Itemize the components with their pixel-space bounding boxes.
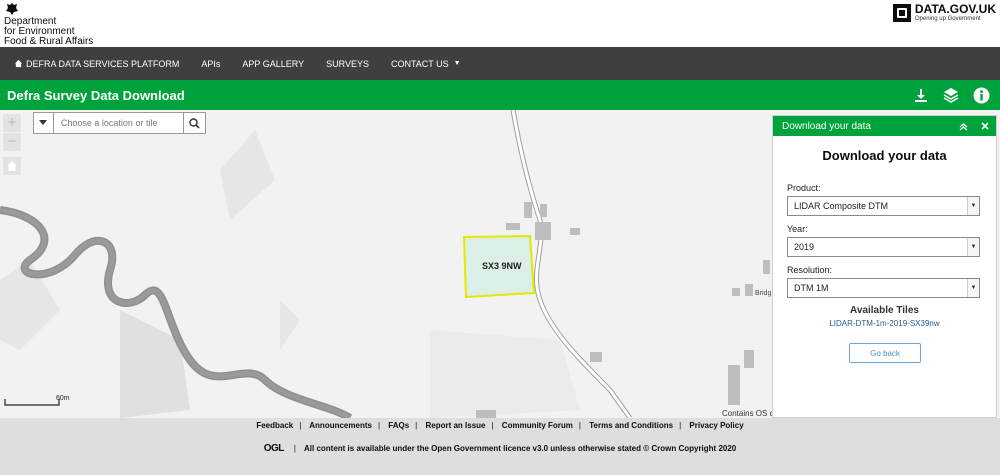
info-icon xyxy=(973,87,989,103)
footer-link-announcements[interactable]: Announcements xyxy=(309,421,372,430)
home-icon xyxy=(14,59,23,68)
ogl-logo[interactable]: OGL xyxy=(264,443,285,454)
nav-item-label: CONTACT US xyxy=(390,58,449,69)
app-titlebar: Defra Survey Data Download xyxy=(0,80,1000,110)
resolution-value: DTM 1M xyxy=(794,283,829,293)
search-icon xyxy=(189,117,200,129)
home-icon xyxy=(7,161,17,171)
layers-button[interactable] xyxy=(940,84,962,106)
map-home-button[interactable] xyxy=(3,157,21,175)
go-back-button[interactable]: Go back xyxy=(849,343,921,363)
footer-link-report-issue[interactable]: Report an Issue xyxy=(425,421,485,430)
caret-down-icon: ▼ xyxy=(453,60,461,67)
close-icon xyxy=(981,122,989,130)
map-attribution: Contains OS d xyxy=(722,409,775,418)
nav-item-label: SURVEYS xyxy=(326,58,369,69)
nav-item-contact-us[interactable]: CONTACT US ▼ xyxy=(391,59,461,69)
year-select[interactable]: 2019 ▼ xyxy=(787,237,980,257)
download-panel: Download your data Download your data Pr… xyxy=(772,115,997,418)
available-tiles-title: Available Tiles xyxy=(850,305,919,316)
defra-logo[interactable]: Department for Environment Food & Rural … xyxy=(4,2,93,47)
product-select[interactable]: LIDAR Composite DTM ▼ xyxy=(787,196,980,216)
caret-down-icon: ▼ xyxy=(967,197,979,215)
collapse-panel-button[interactable] xyxy=(956,119,970,133)
scale-label: 60m xyxy=(56,395,70,402)
datagov-name: DATA.GOV.UK xyxy=(914,2,996,16)
datagov-tagline: Opening up Government xyxy=(914,16,981,22)
footer-link-privacy[interactable]: Privacy Policy xyxy=(689,421,743,430)
footer-link-feedback[interactable]: Feedback xyxy=(256,421,293,430)
footer-licence: OGL | All content is available under the… xyxy=(263,443,737,454)
year-value: 2019 xyxy=(794,242,815,252)
panel-header-title: Download your data xyxy=(782,120,871,132)
datagov-icon xyxy=(892,4,911,22)
tile-label: SX3 9NW xyxy=(482,261,522,271)
footer-link-terms[interactable]: Terms and Conditions xyxy=(589,421,673,430)
resolution-label: Resolution: xyxy=(787,265,833,275)
nav-item-apis[interactable]: APIs xyxy=(201,59,220,69)
caret-down-icon: ▼ xyxy=(967,279,979,297)
chevron-up-double-icon xyxy=(959,122,967,131)
nav-item-label: APIs xyxy=(201,58,221,69)
datagov-logo[interactable]: DATA.GOV.UK Opening up Government xyxy=(892,2,996,23)
main-nav: DEFRA DATA SERVICES PLATFORM APIs APP GA… xyxy=(0,47,1000,80)
site-header: Department for Environment Food & Rural … xyxy=(0,0,1000,47)
nav-item-app-gallery[interactable]: APP GALLERY xyxy=(242,59,304,69)
crest-icon xyxy=(6,3,18,15)
close-panel-button[interactable] xyxy=(978,119,992,133)
scale-bar xyxy=(4,399,60,406)
nav-item-surveys[interactable]: SURVEYS xyxy=(326,59,369,69)
nav-item-label: APP GALLERY xyxy=(242,58,305,69)
product-value: LIDAR Composite DTM xyxy=(794,201,889,211)
info-button[interactable] xyxy=(970,84,992,106)
panel-heading: Download your data xyxy=(822,148,947,163)
download-button[interactable] xyxy=(910,84,932,106)
app-title: Defra Survey Data Download xyxy=(7,87,185,103)
caret-down-icon: ▼ xyxy=(967,238,979,256)
footer-link-faqs[interactable]: FAQs xyxy=(388,421,409,430)
resolution-select[interactable]: DTM 1M ▼ xyxy=(787,278,980,298)
layers-icon xyxy=(943,88,959,103)
download-icon xyxy=(915,89,927,102)
search-input[interactable] xyxy=(53,113,184,133)
product-label: Product: xyxy=(787,183,821,193)
zoom-controls: + − xyxy=(3,114,21,152)
site-footer: Feedback | Announcements | FAQs | Report an… xyxy=(0,418,1000,475)
org-name-line-3: Food & Rural Affairs xyxy=(4,36,94,47)
search-type-dropdown[interactable] xyxy=(34,113,54,133)
footer-link-community-forum[interactable]: Community Forum xyxy=(502,421,573,430)
zoom-in-button[interactable]: + xyxy=(3,114,21,132)
panel-header: Download your data xyxy=(773,116,996,136)
available-tile-link[interactable]: LIDAR-DTM-1m-2019-SX39nw xyxy=(773,319,996,328)
year-label: Year: xyxy=(787,224,808,234)
nav-item-label: DEFRA DATA SERVICES PLATFORM xyxy=(26,58,180,69)
search-button[interactable] xyxy=(183,113,205,133)
nav-item-platform[interactable]: DEFRA DATA SERVICES PLATFORM xyxy=(14,59,179,69)
footer-links: Feedback | Announcements | FAQs | Report an… xyxy=(256,421,744,430)
place-label: Bridg xyxy=(755,290,772,297)
location-search xyxy=(33,112,206,134)
licence-text: All content is available under the Open … xyxy=(304,444,737,453)
zoom-out-button[interactable]: − xyxy=(3,133,21,151)
caret-down-icon xyxy=(39,120,48,125)
